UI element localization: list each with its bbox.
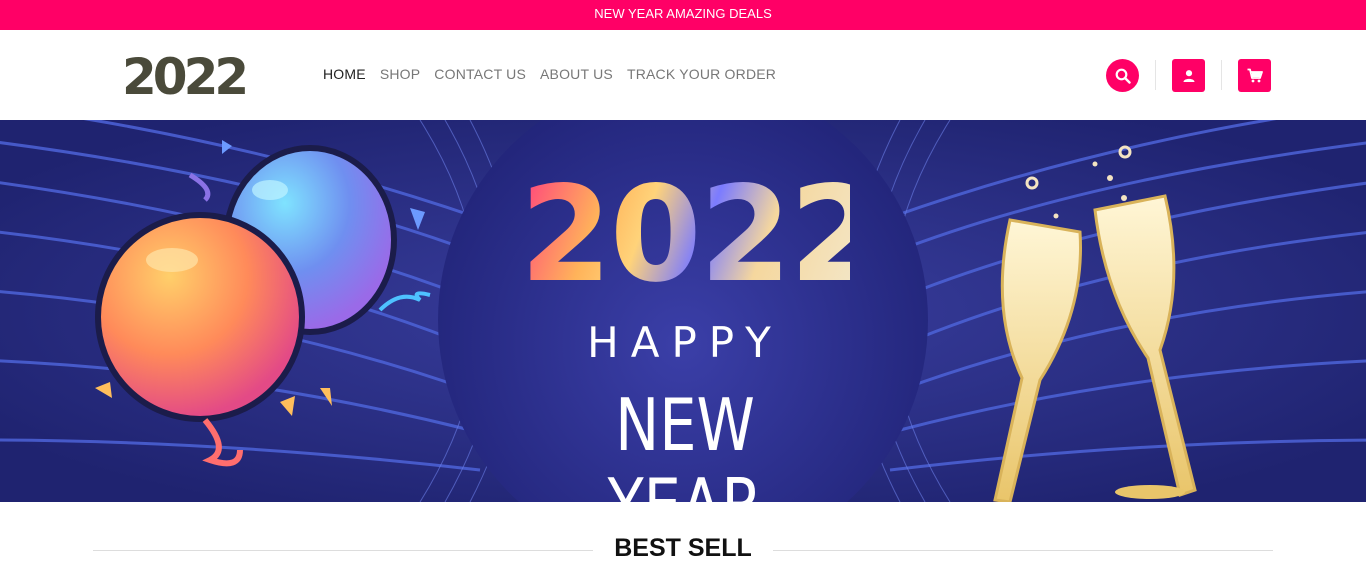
banner-happy: HAPPY [587,318,783,367]
site-logo[interactable]: 2022 [122,52,249,102]
main-nav: HOME SHOP CONTACT US ABOUT US TRACK YOUR… [323,66,776,82]
nav-home[interactable]: HOME [323,66,366,82]
section-title: BEST SELL [614,534,752,562]
header-divider [1221,60,1222,90]
user-icon [1183,69,1194,82]
search-button[interactable] [1106,59,1139,92]
hero-banner[interactable]: 2022 HAPPY NEW YEAR [0,120,1366,502]
site-header: 2022 HOME SHOP CONTACT US ABOUT US TRACK… [0,30,1366,120]
nav-about-us[interactable]: ABOUT US [540,66,613,82]
account-button[interactable] [1172,59,1205,92]
promo-text: NEW YEAR AMAZING DEALS [594,6,772,21]
header-divider [1155,60,1156,90]
search-icon [1115,68,1131,84]
nav-track-order[interactable]: TRACK YOUR ORDER [627,66,776,82]
cart-icon [1247,68,1263,83]
nav-shop[interactable]: SHOP [380,66,420,82]
banner-new-year: NEW YEAR [608,383,763,502]
banner-year: 2022 [520,158,881,312]
promo-bar: NEW YEAR AMAZING DEALS [0,0,1366,30]
cart-button[interactable] [1238,59,1271,92]
best-sell-heading: BEST SELL [0,532,1366,572]
nav-contact-us[interactable]: CONTACT US [434,66,526,82]
